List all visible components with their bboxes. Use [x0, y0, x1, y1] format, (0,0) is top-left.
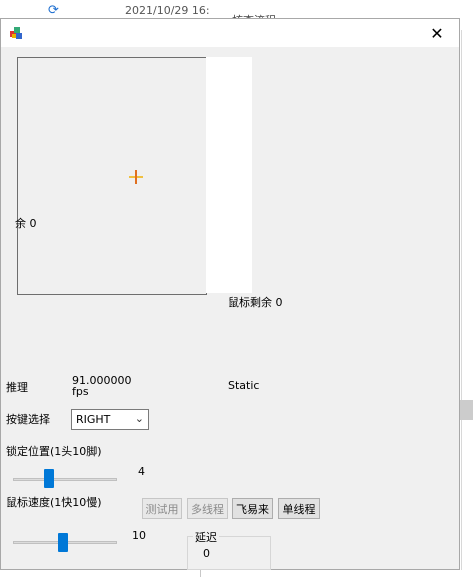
single-thread-button-label: 单线程	[282, 502, 316, 516]
status-text: Static	[228, 379, 260, 392]
chevron-down-icon: ⌄	[134, 412, 144, 425]
feiyilai-button-label: 飞易来	[236, 502, 269, 516]
key-select-dropdown[interactable]: RIGHT ⌄	[71, 409, 149, 430]
multithread-button-label: 多线程	[191, 502, 224, 516]
background-bottom-strip	[0, 570, 473, 577]
mouse-speed-label: 鼠标速度(1快10慢)	[6, 496, 102, 509]
lock-position-value: 4	[138, 465, 145, 478]
multithread-button[interactable]: 多线程	[187, 498, 228, 519]
refresh-icon: ⟳	[48, 3, 59, 18]
delay-value: 0	[203, 547, 210, 560]
close-button[interactable]: ✕	[415, 19, 459, 47]
fps-unit: fps	[72, 385, 89, 398]
key-select-label: 按键选择	[6, 413, 50, 426]
preview-side-panel	[206, 57, 252, 293]
delay-group-title: 延迟	[193, 529, 219, 545]
app-window: ✕ 余 0 鼠标剩余 0 推理 91.000000 fps Static 按键选…	[0, 18, 460, 570]
title-bar[interactable]: ✕	[1, 19, 459, 47]
key-select-value: RIGHT	[76, 413, 111, 426]
background-bottom-divider	[200, 570, 201, 577]
mouse-speed-slider-thumb[interactable]	[58, 533, 68, 552]
test-button-label: 测试用	[145, 502, 179, 516]
background-timestamp: 2021/10/29 16:	[125, 4, 210, 17]
mouse-remaining-label: 鼠标剩余 0	[228, 296, 283, 309]
crosshair-vertical	[135, 170, 137, 184]
capture-preview	[17, 57, 207, 295]
inference-label: 推理	[6, 381, 28, 394]
single-thread-button[interactable]: 单线程	[278, 498, 320, 519]
feiyilai-button[interactable]: 飞易来	[232, 498, 273, 519]
close-icon: ✕	[430, 23, 444, 43]
lock-position-slider-track[interactable]	[13, 478, 117, 481]
mouse-speed-value: 10	[132, 529, 146, 542]
app-icon	[10, 27, 22, 39]
clipped-remaining-label: 余 0	[15, 217, 37, 230]
background-divider	[461, 30, 462, 570]
lock-position-slider-thumb[interactable]	[44, 469, 54, 488]
lock-position-label: 锁定位置(1头10脚)	[6, 445, 102, 458]
test-button[interactable]: 测试用	[142, 498, 182, 519]
